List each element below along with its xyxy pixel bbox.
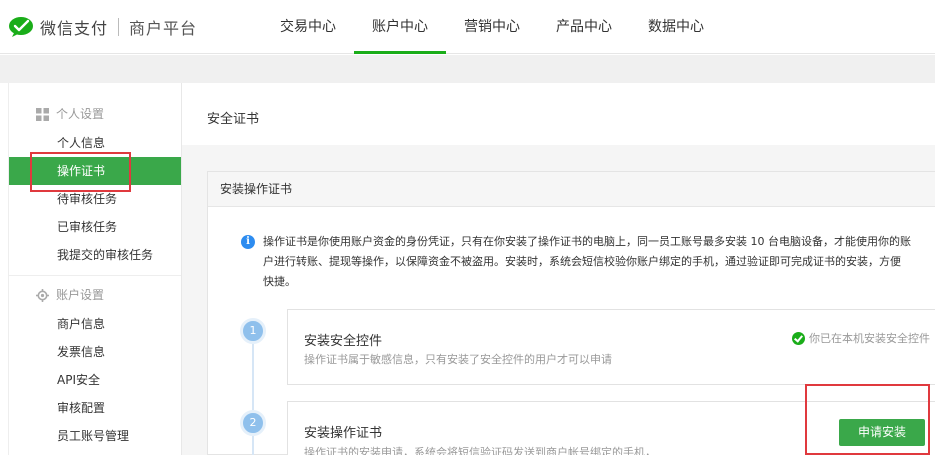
- header-band: [0, 55, 935, 83]
- sidebar-group-label: 个人设置: [56, 107, 105, 121]
- card-header: 安装操作证书: [208, 172, 935, 207]
- sidebar-divider: [9, 275, 181, 276]
- wechat-pay-icon: [9, 17, 33, 37]
- step-1-number: 1: [240, 318, 266, 344]
- info-line: 操作证书是你使用账户资金的身份凭证，只有在你安装了操作证书的电脑上，同一员工账号…: [263, 235, 911, 248]
- highlight-box-apply-button: [805, 384, 930, 455]
- info-text: i 操作证书是你使用账户资金的身份凭证，只有在你安装了操作证书的电脑上，同一员工…: [241, 232, 931, 292]
- grid-icon: [36, 108, 49, 121]
- brand-name: 微信支付: [40, 19, 109, 38]
- sidebar-item-api-security[interactable]: API安全: [9, 366, 181, 394]
- nav-product-center[interactable]: 产品中心: [538, 0, 630, 54]
- nav-data-center[interactable]: 数据中心: [630, 0, 722, 54]
- info-icon: i: [241, 235, 255, 249]
- brand-subtitle: 商户平台: [129, 19, 198, 38]
- step-2-number: 2: [240, 410, 266, 436]
- sidebar-item-staff-accounts[interactable]: 员工账号管理: [9, 422, 181, 450]
- info-line: 户进行转账、提现等操作，以保障资金不被盗用。安装时，系统会短信校验你账户绑定的手…: [263, 255, 901, 268]
- sidebar-group-account: 账户设置: [9, 280, 181, 310]
- step-2-desc: 操作证书的安装申请，系统会将短信验证码发送到商户帐号绑定的手机，: [304, 446, 656, 455]
- install-status: 你已在本机安装安全控件: [792, 330, 930, 346]
- main-nav: 交易中心 账户中心 营销中心 产品中心 数据中心: [262, 0, 722, 54]
- step-2-title: 安装操作证书: [304, 426, 383, 441]
- install-status-text: 你已在本机安装安全控件: [809, 332, 930, 345]
- nav-trade-center[interactable]: 交易中心: [262, 0, 354, 54]
- nav-marketing-center[interactable]: 营销中心: [446, 0, 538, 54]
- sidebar-item-reviewed-tasks[interactable]: 已审核任务: [9, 213, 181, 241]
- highlight-box-operation-cert: [30, 152, 131, 192]
- sidebar: 个人设置 个人信息 操作证书 待审核任务 已审核任务 我提交的审核任务 账户设置…: [8, 83, 182, 455]
- brand-divider: [118, 18, 120, 36]
- sidebar-item-review-config[interactable]: 审核配置: [9, 394, 181, 422]
- brand-logo[interactable]: 微信支付 商户平台: [8, 14, 197, 40]
- sidebar-group-label: 账户设置: [56, 288, 105, 302]
- check-circle-icon: [792, 331, 805, 345]
- step-1-panel: 安装安全控件 操作证书属于敏感信息，只有安装了安全控件的用户才可以申请 你已在本…: [287, 309, 935, 385]
- info-line: 快捷。: [263, 275, 296, 288]
- sidebar-item-my-submitted-tasks[interactable]: 我提交的审核任务: [9, 241, 181, 269]
- page-title: 安全证书: [207, 112, 260, 127]
- sidebar-item-merchant-info[interactable]: 商户信息: [9, 310, 181, 338]
- top-header: 微信支付 商户平台 交易中心 账户中心 营销中心 产品中心 数据中心: [0, 0, 935, 54]
- gear-icon: [36, 289, 49, 302]
- sidebar-item-invoice-info[interactable]: 发票信息: [9, 338, 181, 366]
- nav-account-center[interactable]: 账户中心: [354, 0, 446, 54]
- sidebar-group-personal: 个人设置: [9, 99, 181, 129]
- step-1-desc: 操作证书属于敏感信息，只有安装了安全控件的用户才可以申请: [304, 353, 612, 366]
- step-1-title: 安装安全控件: [304, 334, 383, 349]
